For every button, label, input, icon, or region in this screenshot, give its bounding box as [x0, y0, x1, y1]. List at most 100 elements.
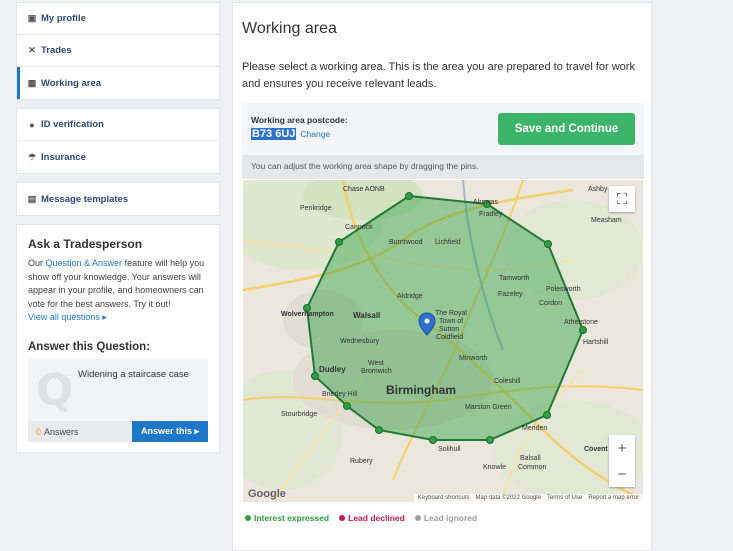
sidebar-item-message-templates[interactable]: ▤ Message templates [17, 183, 219, 215]
map-label: Measham [591, 217, 622, 224]
sidebar-item-label: Message templates [41, 193, 129, 205]
page-title: Working area [242, 20, 337, 37]
legend-item-ignored: Lead ignored [414, 513, 478, 523]
map-label: Bromwich [361, 368, 392, 375]
map-label: Fazeley [498, 291, 523, 298]
user-icon: ● [29, 119, 35, 130]
sidebar-item-label: Insurance [41, 151, 86, 163]
map-label: Atherstone [564, 319, 598, 326]
area-pin[interactable] [343, 402, 351, 410]
map-label: Sutton [439, 326, 459, 333]
legend-label: Lead declined [348, 513, 405, 523]
zoom-out-button[interactable]: − [609, 461, 635, 487]
map-legend: Interest expressed Lead declined Lead ig… [245, 513, 477, 523]
legend-label: Interest expressed [254, 513, 330, 523]
map-label: Rubery [350, 458, 373, 465]
answers-number: 0 [36, 426, 42, 437]
area-pin[interactable] [429, 436, 437, 444]
google-logo: Google [248, 488, 286, 500]
map-label: Birmingham [386, 383, 456, 397]
sidebar-item-insurance[interactable]: ☂ Insurance [17, 141, 219, 173]
umbrella-icon: ☂ [27, 151, 37, 162]
map-canvas[interactable]: Chase AONB Penkridge Cannock Burntwood L… [243, 180, 643, 502]
map-label: Cordon [539, 300, 562, 307]
map-label: Penkridge [300, 205, 332, 212]
sidebar-item-my-profile[interactable]: ▣ My profile [17, 3, 219, 35]
id-card-icon: ▣ [27, 13, 37, 23]
map-data-text: Map data ©2022 Google [475, 495, 541, 501]
legend-label: Lead ignored [423, 513, 478, 523]
postcode-panel: Working area postcode: B73 6UJ Change Sa… [242, 103, 644, 158]
legend-item-declined: Lead declined [339, 513, 405, 523]
answer-this-button[interactable]: Answer this ▸ [132, 421, 208, 442]
postcode-value[interactable]: B73 6UJ [251, 128, 297, 140]
area-pin[interactable] [543, 411, 551, 419]
map-label: Dudley [319, 365, 346, 374]
map-label: Aldridge [397, 293, 423, 300]
save-and-continue-button[interactable]: Save and Continue [498, 113, 635, 145]
area-pin[interactable] [579, 326, 587, 334]
answer-question-title: Answer this Question: [28, 341, 151, 353]
map-label: Walsall [353, 311, 380, 320]
postcode-row: B73 6UJ Change [251, 128, 330, 140]
map-label: Solihull [438, 446, 461, 453]
view-all-questions-link[interactable]: View all questions ▸ [28, 312, 208, 323]
sidebar-item-trades[interactable]: ✕ Trades [17, 35, 219, 67]
sidebar: ▣ My profile ✕ Trades ▦ Working area ● I… [16, 0, 220, 453]
map-label: Stourbridge [281, 411, 317, 418]
area-pin[interactable] [375, 426, 383, 434]
map-icon: ▦ [27, 77, 37, 88]
report-error-link[interactable]: Report a map error [588, 495, 639, 501]
page-description: Please select a working area. This is th… [242, 61, 635, 90]
ask-description: Our Question & Answer feature will help … [28, 257, 208, 311]
question-answer-link[interactable]: Question & Answer [46, 258, 123, 268]
map-label: Coleshill [494, 378, 521, 385]
map-label: Fradley [479, 211, 503, 218]
keyboard-shortcuts-link[interactable]: Keyboard shortcuts [418, 495, 470, 501]
sidebar-item-label: ID verification [41, 119, 104, 130]
map-label: Covent [584, 446, 608, 453]
area-pin[interactable] [544, 240, 552, 248]
map-attribution: Keyboard shortcuts Map data ©2022 Google… [413, 494, 643, 502]
legend-dot-icon [245, 515, 251, 521]
ask-title: Ask a Tradesperson [28, 237, 143, 251]
answers-label: Answers [44, 426, 79, 437]
map-label: Meriden [522, 425, 547, 432]
map-label: Minworth [459, 355, 488, 362]
terms-link[interactable]: Terms of Use [547, 495, 582, 501]
fullscreen-icon[interactable]: ⛶ [609, 186, 635, 212]
map-label: Chase AONB [343, 186, 385, 193]
map-label: Wolverhampton [281, 311, 334, 318]
map-label: Town of [439, 318, 463, 325]
map-label: West [368, 360, 384, 367]
map-label: The Royal [435, 310, 467, 317]
area-pin[interactable] [486, 436, 494, 444]
map-label: Polesworth [546, 286, 581, 293]
area-pin[interactable] [311, 372, 319, 380]
change-postcode-link[interactable]: Change [300, 129, 330, 139]
map-label: Tamworth [499, 275, 529, 282]
area-pin[interactable] [335, 238, 343, 246]
map-label: Lichfield [435, 239, 461, 246]
sidebar-item-id-verification[interactable]: ● ID verification [17, 109, 219, 141]
map-label: Brierley Hill [322, 391, 358, 398]
legend-dot-icon [339, 515, 346, 521]
document-icon: ▤ [27, 193, 37, 204]
map-label: Coldfield [436, 334, 463, 341]
legend-item-interest: Interest expressed [245, 513, 329, 523]
question-text: Widening a staircase case [78, 369, 189, 380]
sidebar-item-working-area[interactable]: ▦ Working area [17, 67, 219, 99]
map-label: Balsall [520, 455, 541, 462]
working-area-map[interactable]: Chase AONB Penkridge Cannock Burntwood L… [243, 180, 643, 502]
postcode-label: Working area postcode: [251, 115, 348, 125]
main-panel: Working area Please select a working are… [232, 2, 652, 551]
nav-group-verification: ● ID verification ☂ Insurance [16, 108, 220, 174]
location-pin-center [424, 318, 430, 324]
tools-icon: ✕ [28, 45, 36, 55]
map-label: Wednesbury [340, 338, 380, 345]
area-pin[interactable] [405, 192, 413, 200]
zoom-in-button[interactable]: + [609, 435, 635, 461]
map-label: Alrewas [473, 199, 498, 206]
question-card[interactable]: Q Widening a staircase case [28, 359, 208, 421]
sidebar-item-label: My profile [41, 13, 86, 24]
